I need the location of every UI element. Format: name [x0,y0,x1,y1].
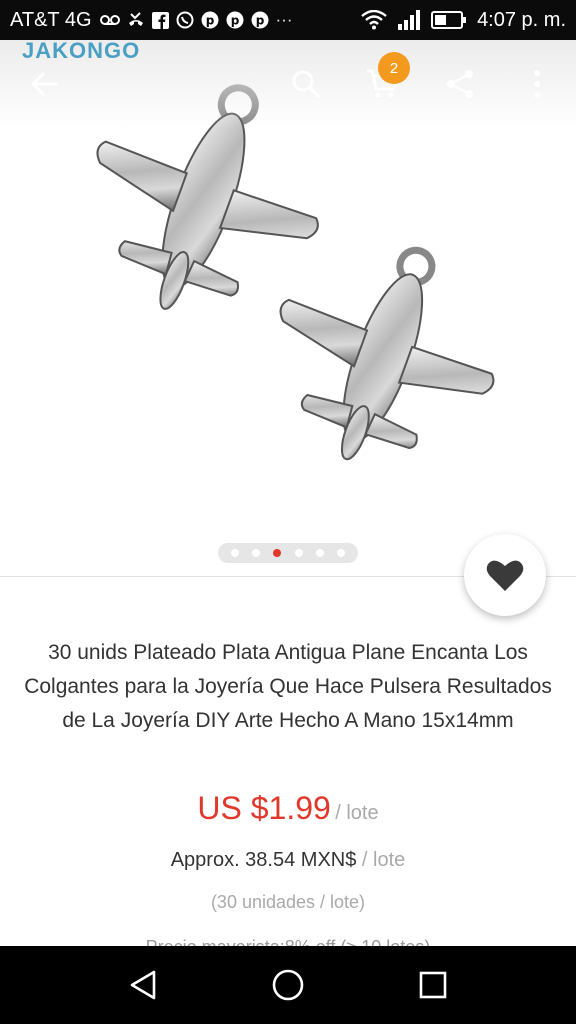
svg-text:p: p [255,14,264,28]
svg-text:p: p [205,14,214,28]
approx-price-row: Approx. 38.54 MXN$ / lote [0,849,576,872]
price-row: US $1.99 / lote [0,790,576,827]
product-price: US $1.99 [197,790,331,826]
back-arrow-icon [31,72,58,96]
wifi-icon [361,10,387,30]
voicemail-icon [99,15,120,25]
gallery-dot [294,549,303,557]
signal-icon [398,10,421,30]
facebook-icon [151,11,169,29]
nav-back-button[interactable] [118,960,168,1010]
gallery-dot-active [273,549,282,557]
gallery-dot [230,549,239,557]
pinterest-icon: p [251,11,269,29]
gallery-page-indicator [218,543,358,563]
cart-count-badge: 2 [378,52,410,84]
system-nav-bar [0,946,576,1024]
heart-icon [486,560,524,591]
carrier-label: AT&T 4G [10,8,92,31]
missed-call-icon [128,12,143,26]
share-icon [447,70,473,98]
triangle-back-icon [130,970,155,1000]
wishlist-button[interactable] [464,534,546,616]
approx-price: Approx. 38.54 MXN$ [170,849,357,871]
airplane-charm [279,246,495,461]
circle-home-icon [272,969,304,1001]
price-unit: / lote [335,802,379,824]
square-recents-icon [420,971,447,999]
status-bar: AT&T 4G p p p ··· 4:07 p. m. [0,0,576,40]
product-title: 30 unids Plateado Plata Antigua Plane En… [24,641,552,732]
lot-quantity: (30 unidades / lote) [210,892,366,912]
battery-icon [431,11,467,29]
nav-home-button[interactable] [263,960,313,1010]
gallery-dot [251,549,260,557]
pinterest-icon: p [226,11,244,29]
share-button[interactable] [440,64,480,104]
nav-recents-button[interactable] [408,960,458,1010]
svg-text:p: p [230,14,239,28]
more-options-button[interactable] [517,64,557,104]
notification-icons: p p p ··· [99,10,293,30]
gallery-dot [315,549,324,557]
search-button[interactable] [286,64,326,104]
back-button[interactable] [24,64,64,104]
more-vert-icon [534,70,540,98]
more-notifications-icon: ··· [275,10,293,29]
brand-watermark: JAKONGO [22,38,141,63]
gallery-dot [337,549,346,557]
approx-unit: / lote [361,849,406,871]
pinterest-icon: p [201,11,219,29]
search-icon [292,70,320,98]
whatsapp-icon [176,11,194,29]
clock: 4:07 p. m. [477,8,566,31]
